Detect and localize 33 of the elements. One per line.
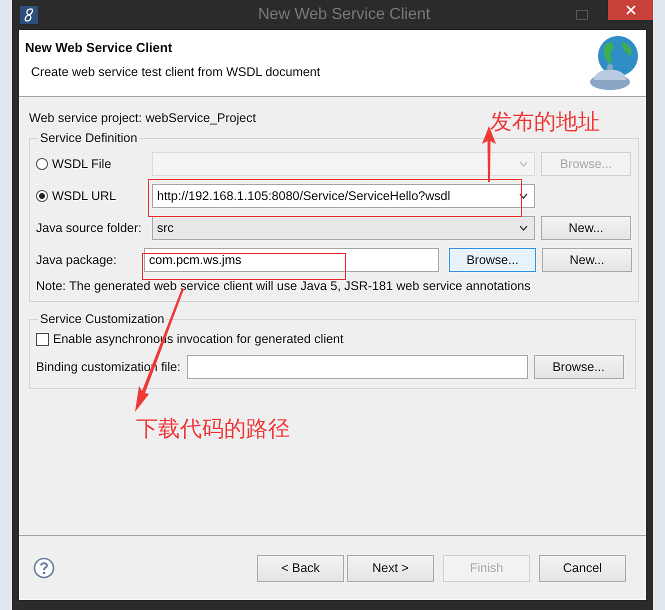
group-title: Service Definition xyxy=(39,131,138,145)
package-button[interactable]: Browse... xyxy=(449,248,536,272)
wizard-button[interactable]: < Back xyxy=(257,554,344,582)
source-folder-combo[interactable]: src xyxy=(152,216,535,240)
app-icon xyxy=(20,6,38,24)
caret-icon xyxy=(519,161,528,167)
annotation-text: 下载代码的路径 xyxy=(136,416,290,444)
wizard-title: New Web Service Client xyxy=(25,40,174,55)
close-icon xyxy=(626,5,636,15)
field-label: Java source folder: xyxy=(36,221,143,235)
caret-icon xyxy=(519,225,528,231)
group-title: Service Customization xyxy=(39,312,166,326)
browse-button[interactable]: Browse... xyxy=(534,355,624,379)
package-field[interactable]: com.pcm.ws.jms xyxy=(144,248,439,272)
close-button[interactable] xyxy=(608,0,653,20)
url-combo[interactable] xyxy=(152,152,535,176)
url-combo[interactable]: http://192.168.1.105:8080/Service/ServiceHello?wsdl xyxy=(152,184,535,208)
maximize-icon[interactable] xyxy=(576,10,588,20)
field-label: Java package: xyxy=(36,253,118,267)
radio-option[interactable]: WSDL URL xyxy=(36,189,146,203)
note-text: Note: The generated web service client will use Java 5, JSR-181 web service annotations xyxy=(36,279,530,293)
wizard-description: Create web service test client from WSDL document xyxy=(31,65,320,79)
binding-file-field[interactable] xyxy=(186,355,528,379)
new-button[interactable]: New... xyxy=(541,216,631,240)
help-icon[interactable] xyxy=(33,557,55,579)
annotation-text: 发布的地址 xyxy=(490,109,600,137)
wizard-button[interactable]: Cancel xyxy=(539,554,626,582)
radio-option[interactable]: WSDL File xyxy=(36,157,146,171)
caret-icon xyxy=(519,193,528,199)
wizard-button[interactable]: Next > xyxy=(347,554,434,582)
window-title: New Web Service Client xyxy=(258,6,430,24)
package-button[interactable]: New... xyxy=(542,248,632,272)
project-label: Web service project: webService_Project xyxy=(29,111,256,125)
